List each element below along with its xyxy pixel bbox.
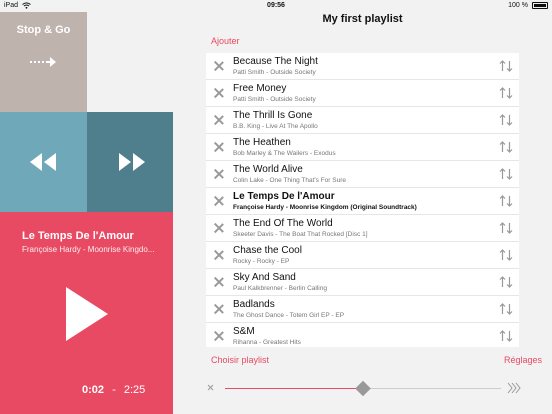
- play-icon[interactable]: [66, 287, 108, 341]
- track-title: The Thrill Is Gone: [233, 110, 313, 121]
- slider-min-icon: [207, 384, 214, 391]
- track-title: Because The Night: [233, 56, 318, 67]
- remove-icon[interactable]: [214, 250, 224, 260]
- choose-playlist-button[interactable]: Choisir playlist: [211, 355, 269, 365]
- remove-icon[interactable]: [214, 61, 224, 71]
- remove-icon[interactable]: [214, 142, 224, 152]
- remove-icon[interactable]: [214, 115, 224, 125]
- track-subtitle: Skeeter Davis - The Boat That Rocked [Di…: [233, 231, 368, 238]
- now-playing-panel[interactable]: Le Temps De l'Amour Françoise Hardy - Mo…: [0, 212, 173, 414]
- track-subtitle: Rocky - Rocky - EP: [233, 258, 290, 265]
- total-duration: 2:25: [123, 384, 146, 396]
- track-subtitle: Rihanna - Greatest Hits: [233, 339, 301, 346]
- track-row[interactable]: Sky And Sand Paul Kalkbrenner - Berlin Ca…: [206, 269, 519, 296]
- reorder-icon[interactable]: [499, 330, 513, 342]
- previous-track-button[interactable]: [0, 112, 87, 212]
- remove-icon[interactable]: [214, 304, 224, 314]
- track-title: The Heathen: [233, 137, 291, 148]
- reorder-icon[interactable]: [499, 303, 513, 315]
- reorder-icon[interactable]: [499, 114, 513, 126]
- slider-max-icon: [507, 382, 521, 394]
- track-title: The World Alive: [233, 164, 303, 175]
- status-bar: iPad 09:56 100 %: [0, 0, 552, 12]
- reorder-icon[interactable]: [499, 60, 513, 72]
- remove-icon[interactable]: [214, 331, 224, 341]
- track-subtitle: Paul Kalkbrenner - Berlin Calling: [233, 285, 327, 292]
- reorder-icon[interactable]: [499, 276, 513, 288]
- playback-time: 0:02 - 2:25: [82, 384, 145, 396]
- track-title: The End Of The World: [233, 218, 333, 229]
- track-title: Le Temps De l'Amour: [233, 191, 335, 202]
- reorder-icon[interactable]: [499, 222, 513, 234]
- reorder-icon[interactable]: [499, 141, 513, 153]
- remove-icon[interactable]: [214, 169, 224, 179]
- track-subtitle: Françoise Hardy - Moonrise Kingdom (Orig…: [233, 204, 417, 211]
- battery-icon: [532, 2, 548, 9]
- fast-forward-icon: [119, 153, 145, 171]
- track-row[interactable]: The Heathen Bob Marley & The Wailers - Ex…: [206, 134, 519, 161]
- reorder-icon[interactable]: [499, 168, 513, 180]
- battery-percentage: 100 %: [508, 2, 528, 9]
- track-row[interactable]: Free Money Patti Smith - Outside Society: [206, 80, 519, 107]
- now-playing-artist: Françoise Hardy - Moonrise Kingdo...: [22, 245, 155, 254]
- track-row[interactable]: The Thrill Is Gone B.B. King - Live At Th…: [206, 107, 519, 134]
- reorder-icon[interactable]: [499, 87, 513, 99]
- track-title: S&M: [233, 326, 255, 337]
- track-row[interactable]: S&M Rihanna - Greatest Hits: [206, 323, 519, 347]
- next-track-button[interactable]: [87, 112, 173, 212]
- slider-track[interactable]: [225, 380, 501, 397]
- stop-go-arrow-icon: [30, 57, 56, 67]
- playlist-title: My first playlist: [322, 13, 403, 25]
- remove-icon[interactable]: [214, 277, 224, 287]
- stop-go-button[interactable]: Stop & Go: [0, 12, 87, 112]
- track-row[interactable]: Le Temps De l'Amour Françoise Hardy - Moo…: [206, 188, 519, 215]
- track-subtitle: Colin Lake - One Thing That's For Sure: [233, 177, 347, 184]
- track-subtitle: The Ghost Dance - Totem Girl EP - EP: [233, 312, 345, 319]
- slider-thumb[interactable]: [355, 380, 371, 397]
- speed-slider[interactable]: [205, 380, 523, 397]
- track-row[interactable]: Chase the Cool Rocky - Rocky - EP: [206, 242, 519, 269]
- slider-fill: [225, 388, 363, 389]
- track-subtitle: B.B. King - Live At The Apollo: [233, 123, 318, 130]
- track-subtitle: Patti Smith - Outside Society: [233, 96, 316, 103]
- track-row[interactable]: Because The Night Patti Smith - Outside S…: [206, 53, 519, 80]
- remove-icon[interactable]: [214, 88, 224, 98]
- track-row[interactable]: Badlands The Ghost Dance - Totem Girl EP …: [206, 296, 519, 323]
- track-list[interactable]: Because The Night Patti Smith - Outside S…: [206, 53, 519, 347]
- settings-button[interactable]: Réglages: [504, 355, 542, 365]
- empty-tile: [87, 12, 173, 112]
- track-title: Badlands: [233, 299, 275, 310]
- track-title: Free Money: [233, 83, 287, 94]
- reorder-icon[interactable]: [499, 195, 513, 207]
- track-row[interactable]: The End Of The World Skeeter Davis - The …: [206, 215, 519, 242]
- now-playing-title: Le Temps De l'Amour: [22, 230, 134, 242]
- status-time: 09:56: [267, 2, 285, 9]
- remove-icon[interactable]: [214, 223, 224, 233]
- time-separator: -: [112, 384, 116, 396]
- stop-go-title: Stop & Go: [16, 24, 71, 36]
- track-subtitle: Patti Smith - Outside Society: [233, 69, 316, 76]
- track-row[interactable]: The World Alive Colin Lake - One Thing Th…: [206, 161, 519, 188]
- track-title: Sky And Sand: [233, 272, 296, 283]
- elapsed-time: 0:02: [82, 384, 105, 396]
- track-subtitle: Bob Marley & The Wailers - Exodus: [233, 150, 336, 157]
- remove-icon[interactable]: [214, 196, 224, 206]
- rewind-icon: [30, 153, 56, 171]
- track-title: Chase the Cool: [233, 245, 302, 256]
- add-button[interactable]: Ajouter: [211, 36, 240, 46]
- reorder-icon[interactable]: [499, 249, 513, 261]
